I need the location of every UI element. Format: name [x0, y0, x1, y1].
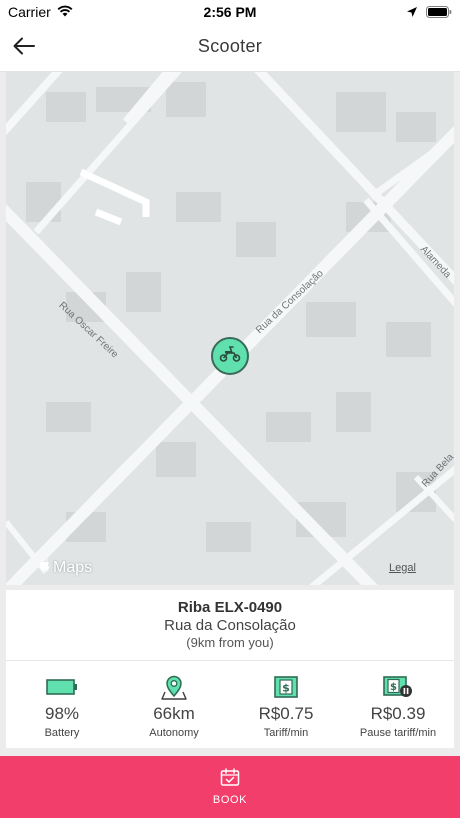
battery-label: Battery	[44, 727, 80, 739]
tariff-label: Tariff/min	[263, 727, 309, 739]
vehicle-name: Riba ELX-0490	[177, 599, 283, 616]
map-view[interactable]: Rua Oscar Freire Rua da Consolação Alame…	[6, 72, 454, 585]
stat-pause-tariff: $ R$0.39 Pause tariff/min	[342, 661, 454, 748]
maps-logo: Maps	[39, 558, 92, 577]
legal-link[interactable]: Legal	[389, 562, 416, 574]
location-arrow-icon	[406, 5, 418, 23]
map-buildings	[26, 82, 436, 552]
vehicle-street: Rua da Consolação	[164, 617, 296, 634]
book-button[interactable]: BOOK	[0, 756, 460, 818]
book-label: BOOK	[212, 794, 248, 806]
stat-tariff: $ R$0.75 Tariff/min	[230, 661, 342, 748]
pause-tariff-value: R$0.39	[370, 704, 426, 723]
scooter-icon	[219, 345, 241, 368]
maps-provider-label: Maps	[53, 558, 93, 576]
map-pin-icon	[161, 675, 187, 700]
calendar-check-icon	[220, 768, 240, 791]
status-bar: Carrier 2:56 PM	[0, 0, 460, 24]
vehicle-stats: 98% Battery 66km Autonomy $ R$0.75 Tarif…	[6, 661, 454, 748]
stat-battery: 98% Battery	[6, 661, 118, 748]
page-title: Scooter	[197, 36, 263, 56]
map-canvas	[6, 72, 454, 585]
battery-icon	[46, 675, 78, 699]
vehicle-distance: (9km from you)	[186, 635, 274, 650]
map-minor-roads	[79, 168, 150, 226]
vehicle-info-card: Riba ELX-0490 Rua da Consolação (9km fro…	[6, 590, 454, 748]
autonomy-value: 66km	[153, 704, 195, 723]
pause-tariff-label: Pause tariff/min	[359, 727, 437, 739]
scooter-marker[interactable]	[211, 337, 249, 375]
dollar-bill-icon: $	[274, 675, 298, 699]
status-time: 2:56 PM	[203, 4, 257, 20]
battery-icon	[426, 5, 452, 23]
svg-text:$: $	[282, 682, 290, 695]
svg-text:$: $	[390, 682, 397, 693]
stat-autonomy: 66km Autonomy	[118, 661, 230, 748]
battery-value: 98%	[44, 704, 80, 723]
autonomy-label: Autonomy	[149, 727, 199, 739]
tariff-value: R$0.75	[258, 704, 314, 723]
apple-icon	[39, 558, 51, 577]
nav-bar: Scooter	[0, 24, 460, 72]
pause-dollar-icon: $	[383, 675, 413, 699]
status-right	[406, 5, 452, 23]
